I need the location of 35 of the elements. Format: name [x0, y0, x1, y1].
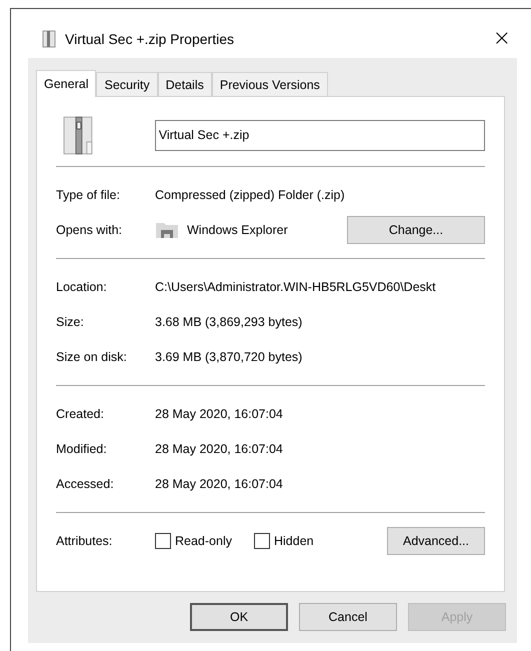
field-value: 3.69 MB (3,870,720 bytes) [155, 350, 302, 364]
field-label: Location: [56, 280, 108, 294]
tab[interactable]: Previous Versions [212, 72, 328, 96]
checkbox-label: Hidden [274, 534, 314, 548]
field-value: Windows Explorer [187, 222, 289, 236]
tab[interactable]: Security [96, 72, 158, 96]
checkbox[interactable] [155, 532, 171, 548]
field-value: 28 May 2020, 16:07:04 [155, 406, 283, 420]
window-title: Virtual Sec +.zip Properties [65, 30, 235, 46]
field-label: Size on disk: [56, 350, 128, 364]
field-label: Modified: [56, 442, 108, 456]
field-label: Type of file: [56, 188, 121, 202]
field-value: 3.68 MB (3,869,293 bytes) [155, 314, 302, 328]
field-label: Accessed: [56, 476, 115, 490]
folder-icon [155, 220, 179, 238]
tab[interactable]: Details [158, 72, 212, 96]
zip-folder-icon [42, 30, 56, 48]
field-label: Opens with: [56, 222, 124, 236]
file-name-field[interactable]: Virtual Sec +.zip [154, 120, 485, 150]
field-label: Attributes: [56, 534, 114, 548]
zip-folder-icon [63, 116, 93, 154]
tab[interactable]: General [36, 70, 96, 97]
field-label: Created: [56, 406, 105, 420]
change-button[interactable]: Change... [347, 216, 485, 244]
field-value: C:\Users\Administrator.WIN-HB5RLG5VD60\Deskt [155, 280, 436, 294]
field-label: Size: [56, 314, 85, 328]
field-value: Compressed (zipped) Folder (.zip) [155, 188, 345, 202]
checkbox-label: Read-only [175, 534, 232, 548]
checkbox[interactable] [254, 532, 270, 548]
advanced-button[interactable]: Advanced... [387, 526, 485, 554]
dialog-button[interactable]: Cancel [299, 603, 397, 631]
field-value: 28 May 2020, 16:07:04 [155, 442, 283, 456]
dialog-button[interactable]: OK [190, 603, 288, 631]
field-value: 28 May 2020, 16:07:04 [155, 476, 283, 490]
close-button[interactable]: × [492, 28, 511, 50]
